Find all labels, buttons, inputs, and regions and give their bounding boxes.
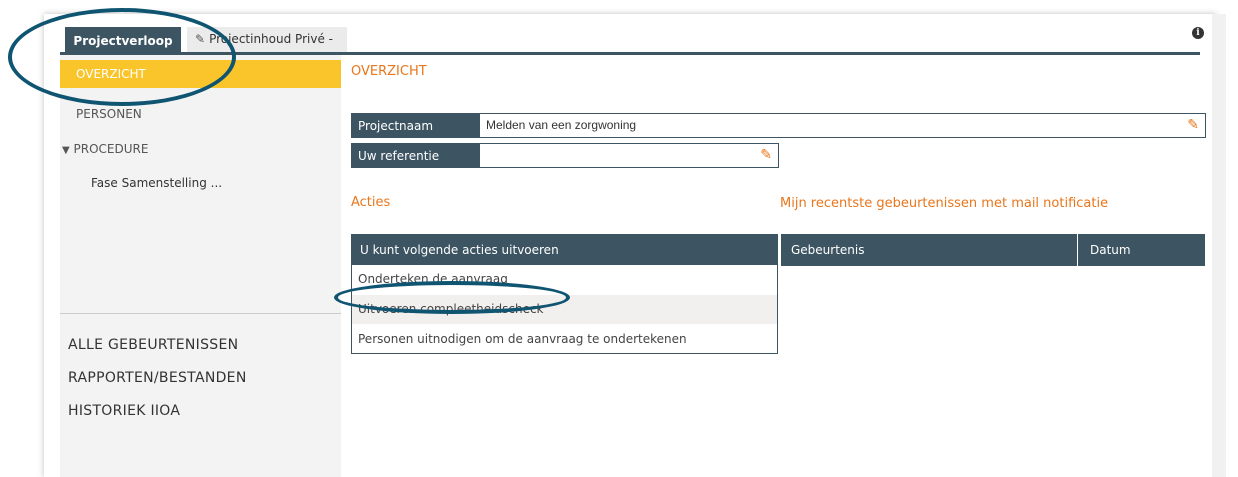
tab-projectinhoud[interactable]: ✎Projectinhoud Privé - V1 — [187, 27, 347, 71]
sidebar-item-procedure[interactable]: ▼ PROCEDURE — [62, 142, 148, 156]
projectnaam-value: Melden van een zorgwoning — [486, 118, 637, 132]
sidebar-link-historiek[interactable]: HISTORIEK IIOA — [68, 403, 180, 419]
events-col-gebeurtenis: Gebeurtenis — [791, 243, 865, 257]
acties-title: Acties — [351, 195, 391, 210]
sidebar: OVERZICHT PERSONEN ▼ PROCEDURE Fase Same… — [60, 55, 352, 477]
edit-icon[interactable]: ✎ — [1187, 117, 1199, 133]
page-title: OVERZICHT — [351, 64, 427, 79]
sidebar-item-personen[interactable]: PERSONEN — [76, 107, 142, 121]
projectnaam-label: Projectnaam — [352, 114, 480, 137]
events-title: Mijn recentste gebeurtenissen met mail n… — [780, 196, 1109, 211]
sidebar-item-overzicht[interactable]: OVERZICHT — [60, 60, 341, 88]
pencil-icon: ✎ — [195, 32, 206, 46]
sidebar-item-fase[interactable]: Fase Samenstelling ... — [91, 176, 222, 190]
edit-icon[interactable]: ✎ — [760, 147, 772, 163]
events-table-header: Gebeurtenis Datum — [781, 234, 1205, 266]
app-frame: Projectverloop ✎Projectinhoud Privé - V1… — [44, 14, 1216, 477]
sidebar-divider — [60, 313, 341, 314]
sidebar-link-rapporten[interactable]: RAPPORTEN/BESTANDEN — [68, 370, 247, 386]
acties-header: U kunt volgende acties uitvoeren — [352, 235, 777, 265]
referentie-label: Uw referentie — [352, 144, 480, 167]
sidebar-item-procedure-label: PROCEDURE — [73, 142, 149, 156]
sidebar-link-gebeurtenissen[interactable]: ALLE GEBEURTENISSEN — [68, 337, 238, 353]
main-panel: OVERZICHT Projectnaam Melden van een zor… — [341, 55, 1216, 477]
action-uitnodigen[interactable]: Personen uitnodigen om de aanvraag te on… — [352, 325, 777, 354]
tab-projectverloop[interactable]: Projectverloop — [65, 27, 181, 52]
tab-bar: Projectverloop ✎Projectinhoud Privé - V1… — [60, 22, 1204, 71]
triangle-down-icon: ▼ — [62, 145, 70, 156]
referentie-row: Uw referentie ✎ — [351, 143, 779, 168]
info-icon[interactable]: i — [1192, 27, 1204, 39]
projectnaam-row: Projectnaam Melden van een zorgwoning ✎ — [351, 113, 1206, 138]
action-compleetheidscheck[interactable]: Uitvoeren compleetheidscheck — [352, 295, 777, 324]
scrollbar[interactable] — [1212, 14, 1226, 477]
action-onderteken[interactable]: Onderteken de aanvraag — [352, 265, 777, 294]
events-col-datum: Datum — [1077, 234, 1131, 266]
acties-panel: U kunt volgende acties uitvoeren Onderte… — [351, 234, 778, 354]
